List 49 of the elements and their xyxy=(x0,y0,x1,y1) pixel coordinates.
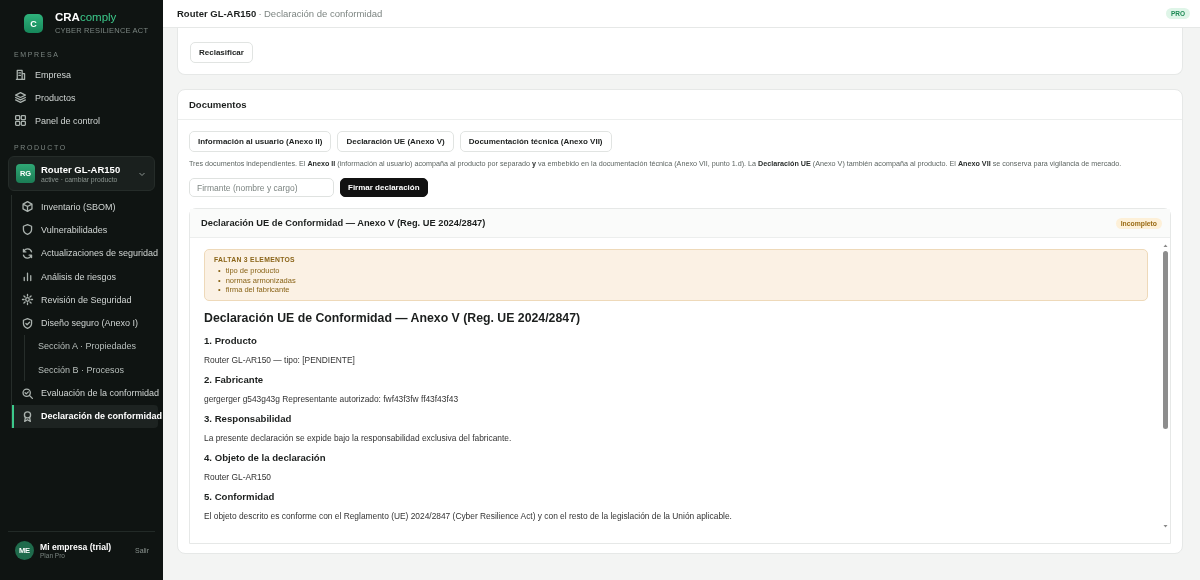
section-text: Router GL-AR150 xyxy=(204,471,273,482)
sidebar-item[interactable]: Diseño seguro (Anexo I) xyxy=(12,311,158,335)
section-text: La presente declaración se expide bajo la responsabilidad exclusiva del fabricante. xyxy=(204,432,513,443)
sidebar-item[interactable]: Revisión de Seguridad xyxy=(12,288,158,312)
card-title: Documentos xyxy=(178,90,1182,120)
document-button[interactable]: Documentación técnica (Anexo VII) xyxy=(459,131,612,152)
sidebar-item[interactable]: Análisis de riesgos xyxy=(12,264,158,289)
panel-title: Declaración UE de Conformidad — Anexo V (Reg. UE 2024/2847) xyxy=(201,218,486,228)
section-heading: 3. Responsabilidad xyxy=(204,412,293,424)
breadcrumb-separator: · xyxy=(258,8,262,19)
section-text: Router GL-AR150 — tipo: [PENDIENTE] xyxy=(204,354,356,365)
document-button[interactable]: Información al usuario (Anexo II) xyxy=(189,131,332,152)
brand-name: CRAcomply xyxy=(55,12,118,24)
sidebar-subitem[interactable]: Sección A · Propiedades xyxy=(25,334,158,359)
sidebar-item[interactable]: Productos xyxy=(0,86,163,109)
grid-icon xyxy=(14,114,27,127)
refresh-icon xyxy=(21,246,34,260)
signer-input[interactable]: Firmante (nombre y cargo) xyxy=(189,178,334,197)
sidebar-item[interactable]: Vulnerabilidades xyxy=(12,218,158,242)
reclassify-button[interactable]: Reclasificar xyxy=(190,42,253,63)
app-logo: C xyxy=(24,14,43,33)
layers-icon xyxy=(14,91,27,104)
sidebar-item[interactable]: Panel de control xyxy=(0,109,163,132)
section-heading: 5. Conformidad xyxy=(204,490,276,502)
sidebar-subitem[interactable]: Sección B · Procesos xyxy=(25,358,158,382)
page-title: Declaración de conformidad xyxy=(264,8,383,19)
sidebar-item[interactable]: Empresa xyxy=(0,63,163,86)
section-text: gergerger g543g43g Representante autorizado: fwf43f3fw ff43f43f43 xyxy=(204,393,460,404)
shield-check-icon xyxy=(21,316,34,330)
section-heading: 1. Producto xyxy=(204,334,258,346)
sidebar-item[interactable]: Inventario (SBOM) xyxy=(12,195,158,219)
document-button[interactable]: Declaración UE (Anexo V) xyxy=(337,131,454,152)
sidebar-item[interactable]: Evaluación de la conformidad xyxy=(12,381,158,405)
section-heading: 4. Objeto de la declaración xyxy=(204,451,327,463)
search-check-icon xyxy=(21,386,34,400)
account-name: Mi empresa (trial) xyxy=(40,542,112,552)
section-heading: 2. Fabricante xyxy=(204,373,265,385)
section-text: El objeto descrito es conforme con el Reglamento (UE) 2024/2847 (Cyber Resilience Act) y con el resto de la legislación de la Unión aplicable. xyxy=(204,510,733,521)
sidebar-item[interactable]: Actualizaciones de seguridad xyxy=(12,241,158,265)
settings-icon xyxy=(21,293,34,307)
award-icon xyxy=(21,409,34,423)
bar-chart-icon xyxy=(21,270,34,284)
sign-button[interactable]: Firmar declaración xyxy=(340,178,428,197)
shield-icon xyxy=(21,223,34,237)
document-title: Declaración UE de Conformidad — Anexo V (Reg. UE 2024/2847) xyxy=(204,310,582,325)
breadcrumb-product[interactable]: Router GL-AR150 xyxy=(177,8,257,19)
cube-icon xyxy=(21,200,34,214)
product-name: Router GL-AR150 xyxy=(41,164,121,175)
building-icon xyxy=(14,68,27,81)
